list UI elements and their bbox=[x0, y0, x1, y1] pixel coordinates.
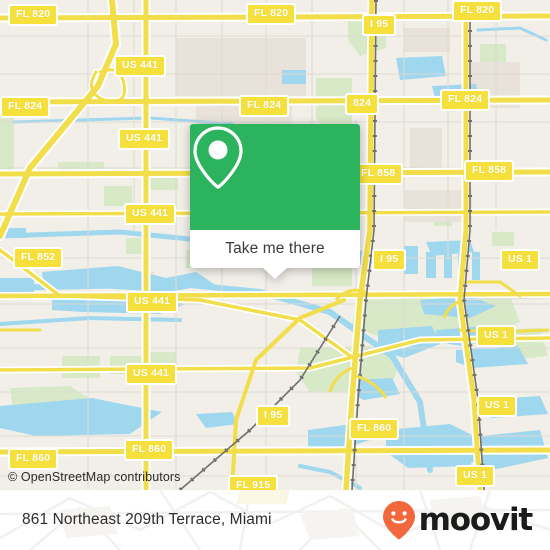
moovit-wordmark: moovit bbox=[418, 501, 534, 538]
map-pin-icon bbox=[193, 126, 243, 189]
road-shield: FL 824 bbox=[0, 96, 51, 118]
road-shield: US 441 bbox=[126, 291, 179, 313]
map-canvas[interactable]: FL 820 FL 820 I 95 FL 820 US 441 FL 824 FL 824… bbox=[0, 0, 550, 490]
road-shield: FL 860 bbox=[8, 448, 59, 470]
road-shield: 824 bbox=[345, 93, 380, 115]
moovit-smiling-pin-logo-icon bbox=[382, 501, 415, 540]
moovit-map-screenshot: FL 820 FL 820 I 95 FL 820 US 441 FL 824 FL 824… bbox=[0, 0, 550, 550]
road-shield: FL 824 bbox=[440, 89, 491, 111]
road-shield: FL 820 bbox=[452, 0, 503, 22]
road-shield: FL 858 bbox=[353, 163, 404, 185]
road-shield: US 441 bbox=[125, 363, 178, 385]
road-shield: FL 824 bbox=[239, 95, 290, 117]
take-me-there-callout[interactable]: Take me there bbox=[190, 124, 360, 279]
road-shield: US 1 bbox=[500, 249, 541, 271]
callout-pointer-arrow bbox=[263, 268, 287, 279]
road-shield: US 1 bbox=[455, 465, 496, 487]
address-label: 861 Northeast 209th Terrace, Miami bbox=[22, 511, 272, 528]
road-shield: I 95 bbox=[372, 249, 407, 271]
map-attribution: © OpenStreetMap contributors bbox=[8, 470, 181, 484]
road-shield: US 441 bbox=[124, 203, 177, 225]
road-shield: FL 820 bbox=[8, 4, 59, 26]
callout-action-area[interactable]: Take me there bbox=[190, 230, 360, 279]
road-shield: US 1 bbox=[477, 395, 518, 417]
road-shield: I 95 bbox=[256, 405, 291, 427]
road-shield: FL 915 bbox=[228, 475, 279, 490]
road-shield: FL 860 bbox=[349, 418, 400, 440]
road-shield: FL 820 bbox=[246, 3, 297, 25]
road-shield: US 1 bbox=[476, 325, 517, 347]
road-shield: I 95 bbox=[362, 14, 397, 36]
road-shield: US 441 bbox=[114, 55, 167, 77]
take-me-there-label: Take me there bbox=[225, 240, 325, 257]
road-shield: FL 860 bbox=[124, 439, 175, 461]
road-shield: FL 858 bbox=[464, 160, 515, 182]
road-shield: US 441 bbox=[118, 128, 171, 150]
road-shield: FL 852 bbox=[13, 247, 64, 269]
footer-bar: 861 Northeast 209th Terrace, Miami moovi… bbox=[0, 490, 550, 550]
callout-pin-area bbox=[190, 124, 360, 230]
moovit-logo[interactable]: moovit bbox=[382, 490, 534, 550]
